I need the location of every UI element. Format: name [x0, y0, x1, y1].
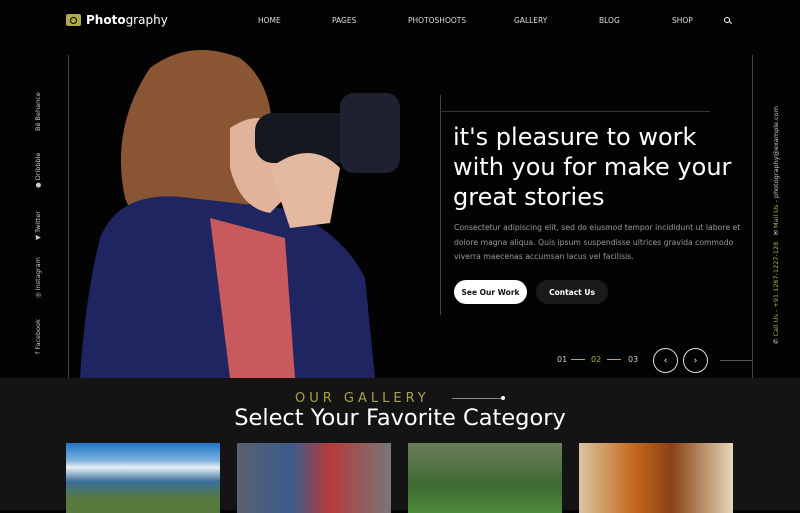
logo[interactable]: Photography [66, 13, 168, 27]
nav-blog[interactable]: BLOG [599, 16, 620, 25]
nav-home[interactable]: HOME [258, 16, 281, 25]
hero-description: Consectetur adipiscing elit, sed do eius… [454, 223, 741, 261]
divider [607, 359, 621, 360]
gallery-card-people[interactable] [237, 443, 391, 513]
slide-2-active[interactable]: 02 [591, 355, 601, 364]
gallery-card-sports[interactable] [408, 443, 562, 513]
social-dribbble[interactable]: ● Dribbble [34, 153, 42, 188]
divider [752, 55, 753, 383]
divider [440, 111, 710, 112]
phone-icon: ✆ [772, 336, 780, 344]
dot [501, 396, 505, 400]
behance-icon: Bē [34, 120, 42, 131]
gallery-card-landscape[interactable] [66, 443, 220, 513]
search-icon[interactable] [724, 17, 730, 23]
divider [452, 398, 502, 399]
gallery-section: OUR GALLERY Select Your Favorite Categor… [0, 378, 800, 513]
see-our-work-button[interactable]: See Our Work [454, 280, 527, 304]
twitter-icon: ▼ [34, 232, 42, 240]
social-behance[interactable]: Bē Behance [34, 92, 42, 131]
dribbble-icon: ● [34, 180, 42, 188]
mail-icon: ✉ [772, 227, 780, 236]
nav-shop[interactable]: SHOP [672, 16, 693, 25]
slide-1[interactable]: 01 [557, 355, 567, 364]
chevron-right-icon: › [693, 355, 698, 366]
social-instagram[interactable]: ◎ Instagram [34, 257, 42, 298]
hero-section: Photography HOME PAGES PHOTOSHOOTS GALLE… [0, 0, 800, 383]
call-us[interactable]: Call Us - +91 1267-1227-128 [772, 242, 780, 337]
gallery-eyebrow: OUR GALLERY [295, 391, 430, 406]
next-slide-button[interactable]: › [683, 348, 708, 373]
slide-3[interactable]: 03 [628, 355, 638, 364]
divider [571, 359, 585, 360]
gallery-title: Select Your Favorite Category [234, 405, 566, 431]
divider [68, 55, 69, 383]
divider [440, 95, 441, 315]
photographer-image [80, 50, 400, 378]
social-facebook[interactable]: f Facebook [34, 319, 42, 354]
instagram-icon: ◎ [34, 290, 42, 298]
prev-slide-button[interactable]: ‹ [653, 348, 678, 373]
gallery-card-wildlife[interactable] [579, 443, 733, 513]
chevron-left-icon: ‹ [663, 355, 668, 366]
email-link[interactable]: photography@example.com [772, 106, 780, 198]
contact-info: ✆ Call Us - +91 1267-1227-128 ✉ Mail Us … [772, 106, 780, 344]
nav-pages[interactable]: PAGES [332, 16, 356, 25]
facebook-icon: f [34, 349, 42, 354]
social-twitter[interactable]: ▼ Twitter [34, 211, 42, 240]
divider [720, 360, 752, 361]
contact-us-button[interactable]: Contact Us [536, 280, 608, 304]
hero-title: it's pleasure to work with you for make … [453, 123, 732, 211]
nav-photoshoots[interactable]: PHOTOSHOOTS [408, 16, 466, 25]
nav-gallery[interactable]: GALLERY [514, 16, 547, 25]
camera-icon [66, 14, 81, 26]
